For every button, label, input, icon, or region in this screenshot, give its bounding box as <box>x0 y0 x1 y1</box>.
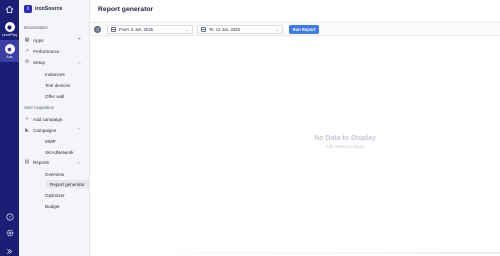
app-root: LevelPlay Ads ? i ironSource Monetizatio… <box>0 0 500 256</box>
sidebar-item-label: Setup <box>33 59 46 65</box>
date-from-value: From: 5 Jun, 2025 <box>119 27 153 32</box>
monetization-section-title: Monetization <box>24 25 48 30</box>
levelplay-button[interactable]: LevelPlay <box>0 22 19 37</box>
sidebar-item-mmp[interactable]: MMP <box>45 137 91 145</box>
megaphone-icon: ◣ <box>25 127 29 133</box>
date-to-value: To: 12 Jun, 2025 <box>209 27 240 32</box>
plus-icon: + <box>25 116 29 122</box>
sidebar-item-skadnetwork[interactable]: SKAdNetwork <box>45 148 91 156</box>
sidebar-item-add-campaign[interactable]: + Add campaign <box>24 115 86 123</box>
sidebar-item-label: Reports <box>33 159 50 165</box>
add-app-icon[interactable]: + <box>77 37 81 43</box>
sidebar-item-setup[interactable]: ⚙ Setup ︿ <box>24 58 86 66</box>
sidebar-item-label: MMP <box>45 138 56 144</box>
sidebar-item-label: Budget <box>45 203 60 209</box>
date-to-picker[interactable]: To: 12 Jun, 2025 ⌄ <box>197 25 283 34</box>
report-toolbar: From: 5 Jun, 2025 ⌄ To: 12 Jun, 2025 ⌄ R… <box>90 22 500 36</box>
sidebar-item-instances[interactable]: Instances <box>45 70 91 78</box>
settings-toggle-button[interactable] <box>94 26 101 33</box>
sidebar-item-test-devices[interactable]: Test devices <box>45 81 91 89</box>
product-sidebar: i ironSource Monetization ▦ Apps + ↗ Per… <box>19 0 105 256</box>
global-nav-rail: LevelPlay Ads ? <box>0 0 19 256</box>
ironsource-logo-icon: i <box>24 5 32 13</box>
home-icon <box>5 4 15 14</box>
chevron-down-icon: ⌄ <box>185 27 189 32</box>
sidebar-item-budget[interactable]: Budget <box>45 202 91 210</box>
main-content: Report generator From: 5 Jun, 2025 ⌄ To:… <box>90 0 500 256</box>
sidebar-item-label: Report generator <box>50 181 85 187</box>
chevron-up-icon: ︿ <box>77 59 81 64</box>
help-icon: ? <box>5 212 15 222</box>
page-title: Report generator <box>98 6 154 13</box>
svg-text:?: ? <box>8 215 11 220</box>
sidebar-item-optimizer[interactable]: Optimizer <box>45 191 91 199</box>
sidebar-item-label: Overview <box>45 171 65 177</box>
empty-state-subtitle: Add metrics to begin <box>325 144 365 149</box>
sidebar-item-apps[interactable]: ▦ Apps + <box>24 36 86 44</box>
levelplay-label: LevelPlay <box>1 33 18 37</box>
gear-icon <box>5 228 15 238</box>
empty-state: No Data to Display Add metrics to begin <box>290 135 400 149</box>
gear-icon: ⚙ <box>24 59 30 65</box>
sidebar-item-label: Offer wall <box>45 93 65 99</box>
empty-state-title: No Data to Display <box>314 135 376 142</box>
report-icon: ▤ <box>24 159 30 165</box>
help-button[interactable]: ? <box>0 212 19 222</box>
double-chevron-right-icon <box>5 246 15 256</box>
sidebar-item-label: Performance <box>33 48 60 54</box>
ads-label: Ads <box>6 55 13 59</box>
expand-rail-button[interactable] <box>0 246 19 256</box>
grid-icon: ▦ <box>24 37 30 43</box>
chevron-up-icon: ︿ <box>77 159 81 164</box>
sidebar-item-campaigns[interactable]: ◣ Campaigns ﹀ <box>24 126 86 134</box>
date-from-picker[interactable]: From: 5 Jun, 2025 ⌄ <box>107 25 193 34</box>
settings-button[interactable] <box>0 228 19 238</box>
gear-icon <box>95 27 100 32</box>
footer-divider <box>90 252 500 254</box>
chart-icon: ↗ <box>24 48 30 54</box>
run-report-button[interactable]: Run Report <box>289 25 319 34</box>
sidebar-item-label: Optimizer <box>45 192 65 198</box>
sidebar-item-label: SKAdNetwork <box>45 149 74 155</box>
sidebar-item-label: Campaigns <box>33 127 57 133</box>
ads-button[interactable]: Ads <box>0 44 19 59</box>
chevron-down-icon: ⌄ <box>275 27 279 32</box>
ua-section-title: User Acquisition <box>24 105 55 110</box>
calendar-icon <box>201 27 206 32</box>
chevron-down-icon: ﹀ <box>77 127 81 132</box>
sidebar-item-label: Test devices <box>45 82 71 88</box>
sidebar-item-offer-wall[interactable]: Offer wall <box>45 92 91 100</box>
sidebar-item-performance[interactable]: ↗ Performance <box>24 47 86 55</box>
calendar-icon <box>111 27 116 32</box>
logo: i ironSource <box>24 5 62 13</box>
home-button[interactable] <box>0 4 19 14</box>
ads-icon <box>4 44 15 54</box>
sidebar-item-label: Add campaign <box>33 116 63 122</box>
sidebar-item-reports[interactable]: ▤ Reports ︿ <box>24 158 86 166</box>
sidebar-item-label: Instances <box>45 71 65 77</box>
logo-text: ironSource <box>35 6 63 12</box>
sidebar-item-overview[interactable]: Overview <box>45 170 91 178</box>
sidebar-item-label: Apps <box>33 37 44 43</box>
levelplay-icon <box>4 22 15 32</box>
